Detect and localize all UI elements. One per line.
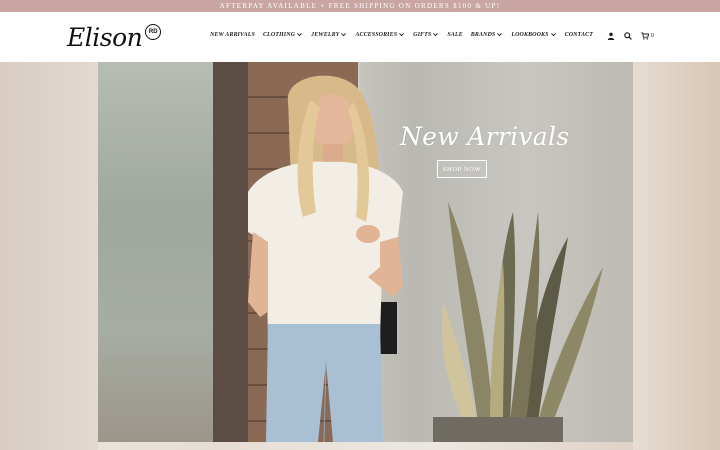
main-nav: NEW ARRIVALS CLOTHING JEWELRY ACCESSORIE… xyxy=(210,31,593,38)
announcement-text: AFTERPAY AVAILABLE + FREE SHIPPING ON OR… xyxy=(219,2,501,10)
nav-brands[interactable]: BRANDS xyxy=(471,31,504,38)
nav-contact[interactable]: CONTACT xyxy=(565,32,593,38)
logo-text: Elison xyxy=(67,22,143,52)
hero-planter xyxy=(433,417,563,442)
hero-banner[interactable]: New Arrivals SHOP NOW xyxy=(0,62,720,450)
chevron-down-icon xyxy=(497,33,503,37)
hero-background-right xyxy=(633,62,720,450)
nav-accessories[interactable]: ACCESSORIES xyxy=(355,31,405,38)
nav-clothing[interactable]: CLOTHING xyxy=(263,31,303,38)
cart-icon xyxy=(641,32,649,40)
nav-lookbooks[interactable]: LOOKBOOKS xyxy=(511,31,556,38)
hero-title: New Arrivals xyxy=(400,122,570,151)
nav-label: NEW ARRIVALS xyxy=(210,31,255,38)
cart-count: 0 xyxy=(651,33,654,39)
hero-background-left xyxy=(0,62,98,450)
nav-label: BRANDS xyxy=(470,31,496,38)
nav-gifts[interactable]: GIFTS xyxy=(413,31,439,38)
hero-image xyxy=(98,62,633,442)
chevron-down-icon xyxy=(297,33,303,37)
site-header: Elison RD NEW ARRIVALS CLOTHING JEWELRY … xyxy=(0,12,720,62)
chevron-down-icon xyxy=(399,33,405,37)
chevron-down-icon xyxy=(550,33,556,37)
shop-now-button[interactable]: SHOP NOW xyxy=(437,160,487,178)
chevron-down-icon xyxy=(433,33,439,37)
snake-plant xyxy=(441,202,603,422)
nav-label: SALE xyxy=(447,31,463,38)
cart-button[interactable]: 0 xyxy=(641,32,654,40)
announcement-bar: AFTERPAY AVAILABLE + FREE SHIPPING ON OR… xyxy=(0,0,720,12)
logo-badge: RD xyxy=(145,24,162,40)
nav-label: LOOKBOOKS xyxy=(511,31,549,38)
user-icon xyxy=(607,32,615,40)
account-button[interactable] xyxy=(607,32,615,40)
search-icon xyxy=(624,32,632,40)
nav-sale[interactable]: SALE xyxy=(447,32,462,38)
search-button[interactable] xyxy=(624,32,632,40)
header-tools: 0 xyxy=(607,32,654,40)
nav-label: CLOTHING xyxy=(262,31,296,38)
nav-label: JEWELRY xyxy=(311,31,340,38)
logo[interactable]: Elison RD xyxy=(67,20,162,54)
nav-label: GIFTS xyxy=(413,31,432,38)
nav-label: CONTACT xyxy=(564,31,593,38)
nav-new-arrivals[interactable]: NEW ARRIVALS xyxy=(210,32,255,38)
nav-jewelry[interactable]: JEWELRY xyxy=(311,31,347,38)
nav-label: ACCESSORIES xyxy=(355,31,398,38)
chevron-down-icon xyxy=(341,33,347,37)
